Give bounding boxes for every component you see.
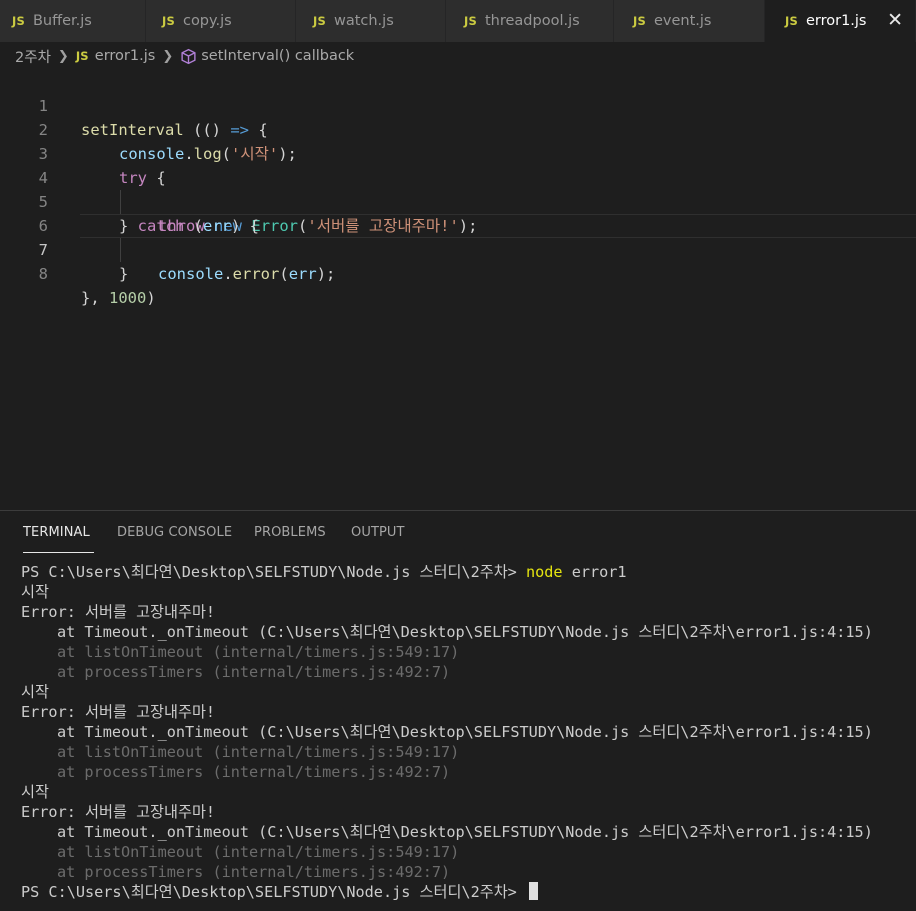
javascript-file-icon: JS xyxy=(633,14,646,28)
terminal-output[interactable]: PS C:\Users\최다연\Desktop\SELFSTUDY\Node.j… xyxy=(21,562,916,902)
breadcrumb: 2주차 ❯ JS error1.js ❯ setInterval() callb… xyxy=(0,42,916,70)
terminal-error-line: Error: 서버를 고장내주마! xyxy=(21,703,216,721)
javascript-file-icon: JS xyxy=(313,14,326,28)
breadcrumb-symbol[interactable]: setInterval() callback xyxy=(201,48,354,64)
chevron-right-icon: ❯ xyxy=(162,48,174,64)
code-editor[interactable]: 1 setInterval (() => { 2 console.log('시작… xyxy=(0,70,916,510)
terminal-stack-line: at Timeout._onTimeout (C:\Users\최다연\Desk… xyxy=(57,623,873,641)
terminal-error-line: Error: 서버를 고장내주마! xyxy=(21,803,216,821)
terminal-prompt: PS C:\Users\최다연\Desktop\SELFSTUDY\Node.j… xyxy=(21,563,526,581)
terminal-error-line: Error: 서버를 고장내주마! xyxy=(21,603,216,621)
bottom-panel: TERMINAL DEBUG CONSOLE PROBLEMS OUTPUT P… xyxy=(0,510,916,911)
tab-threadpool-js[interactable]: JS threadpool.js xyxy=(446,0,614,42)
javascript-file-icon: JS xyxy=(75,49,89,63)
terminal-command-line: PS C:\Users\최다연\Desktop\SELFSTUDY\Node.j… xyxy=(21,562,916,582)
close-tab-icon[interactable]: ✕ xyxy=(887,9,903,31)
tab-label: event.js xyxy=(653,13,712,29)
terminal-command: node xyxy=(525,563,563,581)
chevron-right-icon: ❯ xyxy=(57,48,69,64)
code-line: 1 setInterval (() => { xyxy=(0,70,916,139)
javascript-file-icon: JS xyxy=(785,14,798,28)
terminal-stack-line: at Timeout._onTimeout (C:\Users\최다연\Desk… xyxy=(57,823,873,841)
tab-debug-console[interactable]: DEBUG CONSOLE xyxy=(117,525,232,540)
editor-tab-bar: JS Buffer.js JS copy.js JS watch.js JS t… xyxy=(0,0,916,42)
terminal-stack-line: at Timeout._onTimeout (C:\Users\최다연\Desk… xyxy=(57,723,873,741)
code-text: console.error(err); xyxy=(158,265,336,283)
javascript-file-icon: JS xyxy=(12,14,25,28)
terminal-stack-line: at processTimers (internal/timers.js:492… xyxy=(57,763,451,781)
code-line-current: 7 } xyxy=(0,214,916,283)
tab-copy-js[interactable]: JS copy.js xyxy=(146,0,296,42)
code-line: 8 }, 1000) xyxy=(0,238,916,307)
javascript-file-icon: JS xyxy=(464,14,477,28)
code-text: }, 1000) xyxy=(81,289,156,307)
terminal-stack-line: at processTimers (internal/timers.js:492… xyxy=(57,663,451,681)
tab-label: copy.js xyxy=(182,13,232,29)
terminal-log-line: 시작 xyxy=(21,583,49,601)
code-line: 2 console.log('시작'); xyxy=(0,94,916,163)
terminal-stack-line: at listOnTimeout (internal/timers.js:549… xyxy=(57,643,460,661)
tab-label: error1.js xyxy=(805,13,867,29)
terminal-prompt-line[interactable]: PS C:\Users\최다연\Desktop\SELFSTUDY\Node.j… xyxy=(21,882,916,902)
breadcrumb-folder[interactable]: 2주차 xyxy=(15,46,51,67)
terminal-prompt: PS C:\Users\최다연\Desktop\SELFSTUDY\Node.j… xyxy=(21,883,526,901)
code-line: 4 throw new Error('서버를 고장내주마!'); xyxy=(0,142,916,235)
code-line: 6 console.error(err); xyxy=(0,190,916,283)
tab-label: Buffer.js xyxy=(32,13,92,29)
tab-event-js[interactable]: JS event.js xyxy=(614,0,765,42)
tab-label: threadpool.js xyxy=(484,13,580,29)
terminal-cursor xyxy=(528,882,538,900)
tab-output[interactable]: OUTPUT xyxy=(351,525,405,540)
terminal-stack-line: at listOnTimeout (internal/timers.js:549… xyxy=(57,843,460,861)
tab-buffer-js[interactable]: JS Buffer.js xyxy=(0,0,146,42)
javascript-file-icon: JS xyxy=(162,14,175,28)
code-text: } xyxy=(119,265,129,283)
terminal-log-line: 시작 xyxy=(21,683,49,701)
panel-tab-bar: TERMINAL DEBUG CONSOLE PROBLEMS OUTPUT xyxy=(0,511,916,553)
terminal-stack-line: at listOnTimeout (internal/timers.js:549… xyxy=(57,743,460,761)
tab-watch-js[interactable]: JS watch.js xyxy=(296,0,446,42)
terminal-command-arg: error1 xyxy=(562,563,627,581)
method-cube-icon xyxy=(180,48,197,65)
code-line: 3 try { xyxy=(0,118,916,187)
code-line: 5 } catch (err) { xyxy=(0,166,916,235)
tab-error1-js[interactable]: JS error1.js ✕ xyxy=(765,0,916,42)
tab-label: watch.js xyxy=(333,13,394,29)
terminal-log-line: 시작 xyxy=(21,783,49,801)
terminal-stack-line: at processTimers (internal/timers.js:492… xyxy=(57,863,451,881)
breadcrumb-file[interactable]: error1.js xyxy=(95,48,156,64)
line-number: 8 xyxy=(38,265,48,283)
tab-terminal[interactable]: TERMINAL xyxy=(23,525,94,553)
tab-problems[interactable]: PROBLEMS xyxy=(254,525,326,540)
